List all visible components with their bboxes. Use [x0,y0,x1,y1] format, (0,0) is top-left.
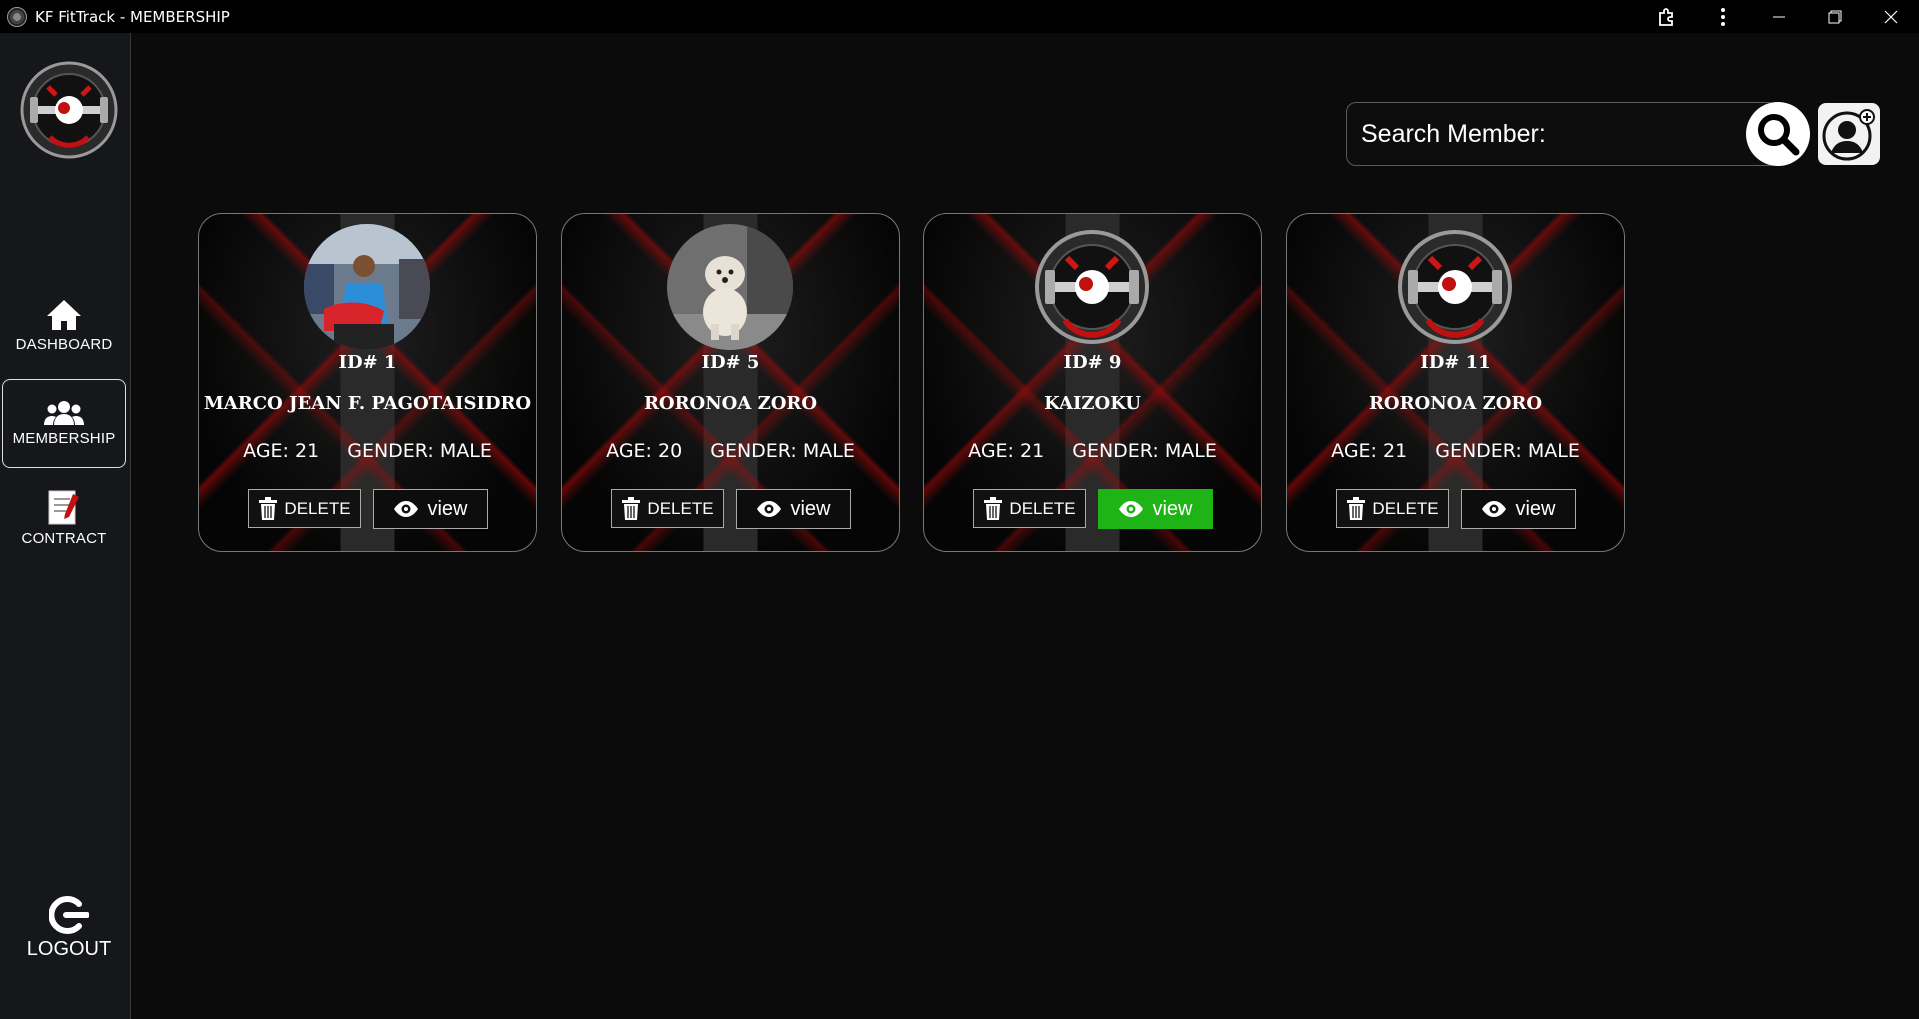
eye-icon [1482,501,1507,517]
member-id: ID# 5 [701,352,760,373]
logout-label: LOGOUT [26,937,112,960]
member-meta: AGE: 20 GENDER: MALE [562,440,899,462]
sidebar-item-contract[interactable]: CONTRACT [2,473,126,562]
home-icon [47,300,81,330]
member-card: ID# 1 MARCO JEAN F. PAGOTAISIDRO AGE: 21… [198,213,537,552]
window-controls [1639,0,1919,33]
search-placeholder: Search Member: [1361,119,1546,148]
search-button[interactable] [1746,102,1810,166]
member-photo [1029,224,1155,350]
view-label: view [790,497,831,520]
member-id: ID# 1 [338,352,397,373]
view-label: view [427,497,468,520]
sidebar-item-label: DASHBOARD [15,336,113,353]
member-age: AGE: 21 [1331,440,1408,462]
member-card: ID# 11 RORONOA ZORO AGE: 21 GENDER: MALE… [1286,213,1625,552]
sidebar-item-label: MEMBERSHIP [12,430,116,447]
view-label: view [1152,497,1193,520]
contract-icon [48,490,79,525]
app-icon [7,6,27,27]
logout-icon [49,895,89,934]
view-button[interactable]: view [736,489,851,529]
member-gender: GENDER: MALE [347,440,492,462]
member-name: MARCO JEAN F. PAGOTAISIDRO [203,393,532,414]
trash-icon [1347,496,1366,520]
trash-icon [259,496,278,520]
member-meta: AGE: 21 GENDER: MALE [924,440,1261,462]
more-options-icon[interactable] [1695,0,1751,33]
view-button[interactable]: view [1098,489,1213,529]
logout-button[interactable]: LOGOUT [14,888,124,968]
member-id: ID# 9 [1063,352,1122,373]
member-photo [304,224,430,350]
member-age: AGE: 20 [606,440,683,462]
sidebar-item-label: CONTRACT [21,530,107,547]
member-name: KAIZOKU [1044,393,1141,414]
delete-button[interactable]: DELETE [248,489,361,528]
search-icon [1758,114,1800,156]
member-name: RORONOA ZORO [643,393,818,414]
view-label: view [1515,497,1556,520]
member-id: ID# 11 [1420,352,1491,373]
trash-icon [622,496,641,520]
member-age: AGE: 21 [968,440,1045,462]
member-name: RORONOA ZORO [1368,393,1543,414]
add-user-icon [1822,109,1875,161]
member-card: ID# 9 KAIZOKU AGE: 21 GENDER: MALE DELET… [923,213,1262,552]
member-age: AGE: 21 [243,440,320,462]
delete-button[interactable]: DELETE [973,489,1086,528]
trash-icon [984,496,1003,520]
member-gender: GENDER: MALE [1072,440,1217,462]
delete-label: DELETE [1372,498,1439,518]
delete-button[interactable]: DELETE [611,489,724,528]
eye-icon [757,501,782,517]
member-gender: GENDER: MALE [710,440,855,462]
member-gender: GENDER: MALE [1435,440,1580,462]
delete-label: DELETE [1009,498,1076,518]
search-input[interactable]: Search Member: [1346,102,1778,166]
gym-logo [20,61,118,159]
member-photo [1392,224,1518,350]
member-meta: AGE: 21 GENDER: MALE [1287,440,1624,462]
view-button[interactable]: view [1461,489,1576,529]
view-button[interactable]: view [373,489,488,529]
window-title: KF FitTrack - MEMBERSHIP [35,7,230,26]
eye-icon [394,501,419,517]
eye-icon [1119,501,1144,517]
close-icon[interactable] [1863,0,1919,33]
delete-label: DELETE [284,498,351,518]
member-photo [667,224,793,350]
delete-button[interactable]: DELETE [1336,489,1449,528]
delete-label: DELETE [647,498,714,518]
minimize-icon[interactable] [1751,0,1807,33]
sidebar-item-membership[interactable]: MEMBERSHIP [2,379,126,468]
sidebar: DASHBOARD MEMBERSHIP CONTRACT LOGOUT [0,33,131,1019]
extensions-icon[interactable] [1639,0,1695,33]
users-icon [44,401,84,425]
sidebar-item-dashboard[interactable]: DASHBOARD [2,281,126,370]
title-bar: KF FitTrack - MEMBERSHIP [0,0,1919,33]
member-meta: AGE: 21 GENDER: MALE [199,440,536,462]
add-member-button[interactable] [1818,103,1880,165]
member-card: ID# 5 RORONOA ZORO AGE: 20 GENDER: MALE … [561,213,900,552]
restore-icon[interactable] [1807,0,1863,33]
